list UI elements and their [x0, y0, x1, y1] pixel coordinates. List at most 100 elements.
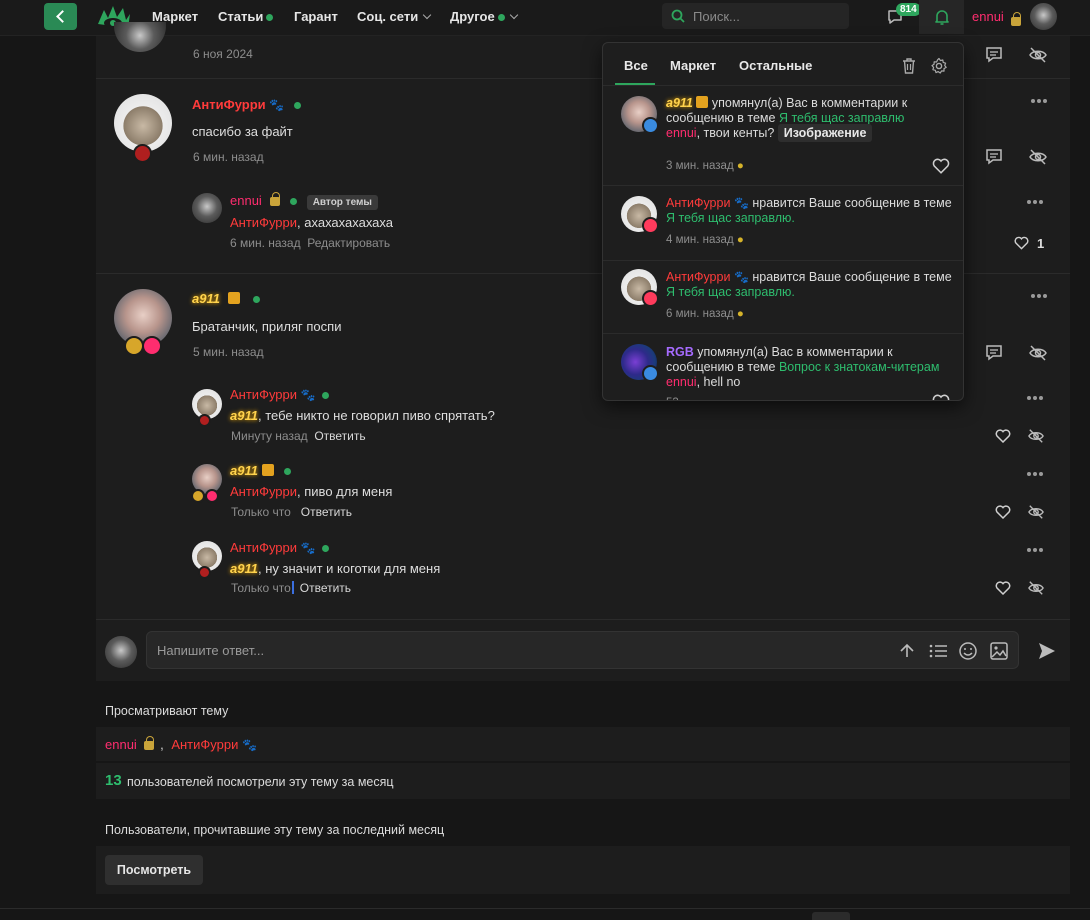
- online-dot: [321, 392, 329, 400]
- notification-item[interactable]: RGB упомянул(а) Вас в комментарии к сооб…: [603, 333, 963, 401]
- notifications-button[interactable]: [919, 0, 964, 34]
- topic-author-tag: Автор темы: [306, 195, 378, 210]
- heart-icon[interactable]: [995, 505, 1011, 519]
- like-badge-icon: [642, 217, 659, 234]
- reply-link[interactable]: Ответить: [301, 505, 352, 519]
- author-name[interactable]: АнтиФурри: [192, 97, 266, 112]
- hide-icon[interactable]: [1028, 46, 1048, 64]
- current-username[interactable]: ennui: [972, 9, 1004, 24]
- heart-icon[interactable]: [995, 429, 1011, 443]
- heart-icon[interactable]: [932, 394, 950, 401]
- mention[interactable]: АнтиФурри: [230, 215, 297, 230]
- lock-icon: [144, 736, 155, 750]
- avatar[interactable]: [192, 193, 222, 223]
- notification-item[interactable]: АнтиФурри 🐾 нравится Ваше сообщение в те…: [603, 185, 963, 260]
- comment-icon[interactable]: [985, 46, 1003, 63]
- notif-time: 6 мин. назад ●: [666, 308, 744, 320]
- more-options-icon[interactable]: [1031, 294, 1049, 298]
- nav-garant[interactable]: Гарант: [294, 9, 338, 24]
- comment-meta: Только что Ответить: [231, 581, 351, 595]
- notif-quote-user[interactable]: ennui: [666, 375, 697, 389]
- avatar[interactable]: [114, 289, 172, 347]
- tab-other[interactable]: Остальные: [739, 58, 812, 73]
- list-icon[interactable]: [928, 642, 948, 660]
- heart-icon[interactable]: [995, 581, 1011, 595]
- nav-social[interactable]: Соц. сети: [357, 9, 432, 24]
- notif-topic-link[interactable]: Я тебя щас заправлю.: [666, 211, 795, 225]
- view-readers-button[interactable]: Посмотреть: [105, 855, 203, 885]
- mention[interactable]: a911: [230, 561, 258, 576]
- author-name[interactable]: ennui: [230, 193, 262, 208]
- hide-icon[interactable]: [1027, 428, 1045, 444]
- user-avatar[interactable]: [1030, 3, 1057, 30]
- post-time: 5 мин. назад: [193, 345, 264, 359]
- tab-all[interactable]: Все: [624, 58, 648, 73]
- back-button[interactable]: [44, 3, 77, 30]
- scroll-to-top-button[interactable]: [812, 912, 850, 920]
- mention[interactable]: АнтиФурри: [230, 484, 297, 499]
- hide-icon[interactable]: [1027, 580, 1045, 596]
- heart-icon[interactable]: [932, 158, 950, 174]
- paw-icon: 🐾: [269, 98, 285, 112]
- notif-time: 53: [666, 397, 679, 400]
- notif-user[interactable]: АнтиФурри: [666, 270, 730, 284]
- online-dot: [266, 14, 274, 22]
- image-chip[interactable]: Изображение: [777, 124, 873, 142]
- comment-icon[interactable]: [985, 344, 1003, 361]
- notif-quote-user[interactable]: ennui: [666, 126, 697, 140]
- notification-item[interactable]: АнтиФурри 🐾 нравится Ваше сообщение в те…: [603, 260, 963, 333]
- comment-icon[interactable]: [985, 148, 1003, 165]
- notif-user[interactable]: АнтиФурри: [666, 196, 730, 210]
- arrow-up-icon[interactable]: [898, 642, 916, 660]
- viewers-title: Просматривают тему: [105, 704, 229, 718]
- hide-icon[interactable]: [1028, 148, 1048, 166]
- trash-icon[interactable]: [901, 57, 917, 75]
- search-input[interactable]: Поиск...: [662, 3, 849, 29]
- author-name[interactable]: a911: [230, 463, 258, 478]
- author-name[interactable]: АнтиФурри: [230, 540, 297, 555]
- chevron-down-icon: [422, 10, 432, 20]
- more-options-icon[interactable]: [1027, 200, 1045, 204]
- online-dot: [321, 545, 329, 553]
- comment-text: АнтиФурри, ахахахахахаха: [230, 215, 393, 230]
- hide-icon[interactable]: [1028, 344, 1048, 362]
- reply-input[interactable]: Напишите ответ...: [146, 631, 1019, 669]
- notif-user[interactable]: RGB: [666, 345, 694, 359]
- notification-text: RGB упомянул(а) Вас в комментарии к сооб…: [666, 345, 940, 389]
- mention[interactable]: a911: [230, 408, 258, 423]
- notification-text: АнтиФурри 🐾 нравится Ваше сообщение в те…: [666, 196, 952, 225]
- viewer-name[interactable]: ennui: [105, 737, 137, 752]
- image-icon[interactable]: [989, 641, 1009, 661]
- settings-gear-icon[interactable]: [930, 57, 948, 75]
- edit-link[interactable]: Редактировать: [307, 236, 390, 250]
- viewer-separator: ,: [160, 737, 164, 752]
- tab-market[interactable]: Маркет: [670, 58, 716, 73]
- notification-text: АнтиФурри 🐾 нравится Ваше сообщение в те…: [666, 270, 952, 299]
- emoji-icon[interactable]: [958, 641, 978, 661]
- author-name[interactable]: АнтиФурри: [230, 387, 297, 402]
- notif-topic-link[interactable]: Я тебя щас заправлю.: [666, 285, 795, 299]
- notification-item[interactable]: a911 упомянул(а) Вас в комментарии к соо…: [603, 85, 963, 185]
- hide-icon[interactable]: [1027, 504, 1045, 520]
- more-options-icon[interactable]: [1027, 396, 1045, 400]
- reply-placeholder: Напишите ответ...: [157, 643, 265, 658]
- online-dot: [497, 14, 505, 22]
- reply-link[interactable]: Ответить: [314, 429, 365, 443]
- notif-user[interactable]: a911: [666, 96, 693, 110]
- more-options-icon[interactable]: [1027, 548, 1045, 552]
- online-dot: [283, 468, 291, 476]
- more-options-icon[interactable]: [1031, 99, 1049, 103]
- viewers-users: ennui , АнтиФурри 🐾: [105, 736, 257, 752]
- nav-other[interactable]: Другое: [450, 9, 518, 24]
- chevron-down-icon: [509, 10, 518, 20]
- notif-topic-link[interactable]: Вопрос к знатокам-читерам: [779, 360, 939, 374]
- author-name[interactable]: a911: [192, 291, 220, 306]
- viewer-name[interactable]: АнтиФурри: [171, 737, 238, 752]
- notif-topic-link[interactable]: Я тебя щас заправлю: [779, 111, 904, 125]
- more-options-icon[interactable]: [1027, 472, 1045, 476]
- send-icon[interactable]: [1037, 641, 1057, 661]
- readers-title: Пользователи, прочитавшие эту тему за по…: [105, 823, 445, 837]
- reply-link[interactable]: Ответить: [300, 581, 351, 595]
- nav-articles[interactable]: Статьи: [218, 9, 274, 24]
- heart-icon[interactable]: [1014, 236, 1029, 250]
